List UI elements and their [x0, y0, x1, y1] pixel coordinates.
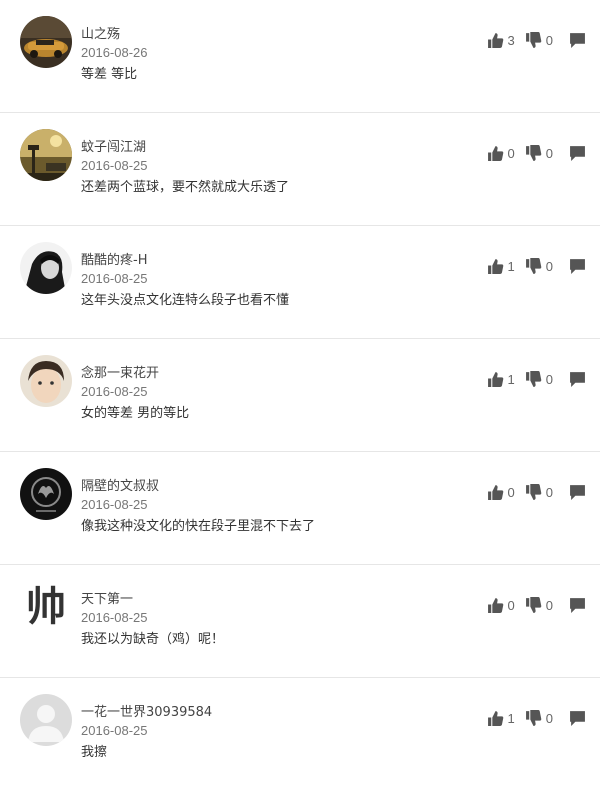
comment-text: 我擦	[81, 745, 108, 760]
username[interactable]: 蚊子闯江湖	[81, 140, 146, 156]
reply-icon[interactable]	[569, 371, 586, 388]
comment-date: 2016-08-25	[81, 271, 148, 286]
like-count: 1	[507, 372, 515, 387]
comment-item: 蚊子闯江湖 2016-08-25 还差两个蓝球，要不然就成大乐透了 0 0	[0, 113, 600, 226]
thumbs-up-icon	[487, 145, 504, 162]
dislike-button[interactable]: 0	[525, 32, 553, 49]
comment-item: 山之殇 2016-08-26 等差 等比 3 0	[0, 0, 600, 113]
comment-actions: 0 0	[477, 597, 586, 614]
reply-icon[interactable]	[569, 145, 586, 162]
dislike-button[interactable]: 0	[525, 484, 553, 501]
avatar[interactable]: 帅	[20, 581, 72, 633]
reply-icon[interactable]	[569, 484, 586, 501]
dislike-button[interactable]: 0	[525, 710, 553, 727]
comment-actions: 3 0	[477, 32, 586, 49]
reply-icon[interactable]	[569, 597, 586, 614]
username[interactable]: 念那一束花开	[81, 366, 159, 382]
dislike-count: 0	[545, 372, 553, 387]
comment-item: 一花一世界30939584 2016-08-25 我擦 1 0	[0, 678, 600, 791]
like-count: 0	[507, 146, 515, 161]
thumbs-down-icon	[525, 484, 542, 501]
username[interactable]: 山之殇	[81, 27, 120, 43]
thumbs-down-icon	[525, 371, 542, 388]
comment-text: 这年头没点文化连特么段子也看不懂	[81, 293, 290, 308]
thumbs-up-icon	[487, 258, 504, 275]
dislike-button[interactable]: 0	[525, 258, 553, 275]
thumbs-down-icon	[525, 597, 542, 614]
avatar-character: 帅	[26, 584, 66, 630]
avatar[interactable]	[20, 694, 72, 746]
comment-text: 等差 等比	[81, 67, 138, 82]
thumbs-up-icon	[487, 371, 504, 388]
thumbs-up-icon	[487, 597, 504, 614]
comment-actions: 0 0	[477, 145, 586, 162]
dislike-count: 0	[545, 259, 553, 274]
dislike-count: 0	[545, 146, 553, 161]
avatar[interactable]	[20, 468, 72, 520]
like-button[interactable]: 3	[487, 32, 515, 49]
comment-text: 女的等差 男的等比	[81, 406, 190, 421]
dislike-button[interactable]: 0	[525, 597, 553, 614]
username[interactable]: 隔壁的文叔叔	[81, 479, 159, 495]
thumbs-down-icon	[525, 32, 542, 49]
dislike-count: 0	[545, 33, 553, 48]
dislike-count: 0	[545, 485, 553, 500]
like-count: 0	[507, 598, 515, 613]
avatar[interactable]	[20, 355, 72, 407]
thumbs-down-icon	[525, 145, 542, 162]
dislike-button[interactable]: 0	[525, 371, 553, 388]
comment-actions: 1 0	[477, 371, 586, 388]
avatar[interactable]	[20, 16, 72, 68]
comment-date: 2016-08-25	[81, 384, 148, 399]
comment-actions: 0 0	[477, 484, 586, 501]
comment-item: 帅 天下第一 2016-08-25 我还以为缺奇（鸡）呢！ 0 0	[0, 565, 600, 678]
avatar[interactable]	[20, 129, 72, 181]
reply-icon[interactable]	[569, 710, 586, 727]
like-button[interactable]: 1	[487, 258, 515, 275]
dislike-count: 0	[545, 598, 553, 613]
comment-date: 2016-08-25	[81, 158, 148, 173]
comment-text: 像我这种没文化的快在段子里混不下去了	[81, 519, 316, 534]
reply-icon[interactable]	[569, 258, 586, 275]
comment-date: 2016-08-25	[81, 610, 148, 625]
comment-date: 2016-08-25	[81, 723, 148, 738]
thumbs-up-icon	[487, 32, 504, 49]
comment-item: 念那一束花开 2016-08-25 女的等差 男的等比 1 0	[0, 339, 600, 452]
comment-item: 酷酷的疼-H 2016-08-25 这年头没点文化连特么段子也看不懂 1 0	[0, 226, 600, 339]
comment-date: 2016-08-25	[81, 497, 148, 512]
like-button[interactable]: 0	[487, 484, 515, 501]
like-count: 1	[507, 711, 515, 726]
comment-list: 山之殇 2016-08-26 等差 等比 3 0 蚊子闯江湖 2016-08-2…	[0, 0, 600, 791]
like-button[interactable]: 1	[487, 371, 515, 388]
like-button[interactable]: 1	[487, 710, 515, 727]
like-button[interactable]: 0	[487, 597, 515, 614]
like-count: 1	[507, 259, 515, 274]
username[interactable]: 酷酷的疼-H	[81, 253, 147, 269]
thumbs-up-icon	[487, 484, 504, 501]
comment-item: 隔壁的文叔叔 2016-08-25 像我这种没文化的快在段子里混不下去了 0 0	[0, 452, 600, 565]
username[interactable]: 天下第一	[81, 592, 133, 608]
comment-text: 还差两个蓝球，要不然就成大乐透了	[81, 180, 290, 195]
thumbs-down-icon	[525, 710, 542, 727]
username[interactable]: 一花一世界30939584	[81, 705, 212, 721]
reply-icon[interactable]	[569, 32, 586, 49]
like-count: 0	[507, 485, 515, 500]
dislike-count: 0	[545, 711, 553, 726]
comment-actions: 1 0	[477, 710, 586, 727]
comment-actions: 1 0	[477, 258, 586, 275]
like-count: 3	[507, 33, 515, 48]
dislike-button[interactable]: 0	[525, 145, 553, 162]
comment-text: 我还以为缺奇（鸡）呢！	[81, 632, 225, 647]
avatar[interactable]	[20, 242, 72, 294]
comment-date: 2016-08-26	[81, 45, 148, 60]
thumbs-down-icon	[525, 258, 542, 275]
thumbs-up-icon	[487, 710, 504, 727]
like-button[interactable]: 0	[487, 145, 515, 162]
